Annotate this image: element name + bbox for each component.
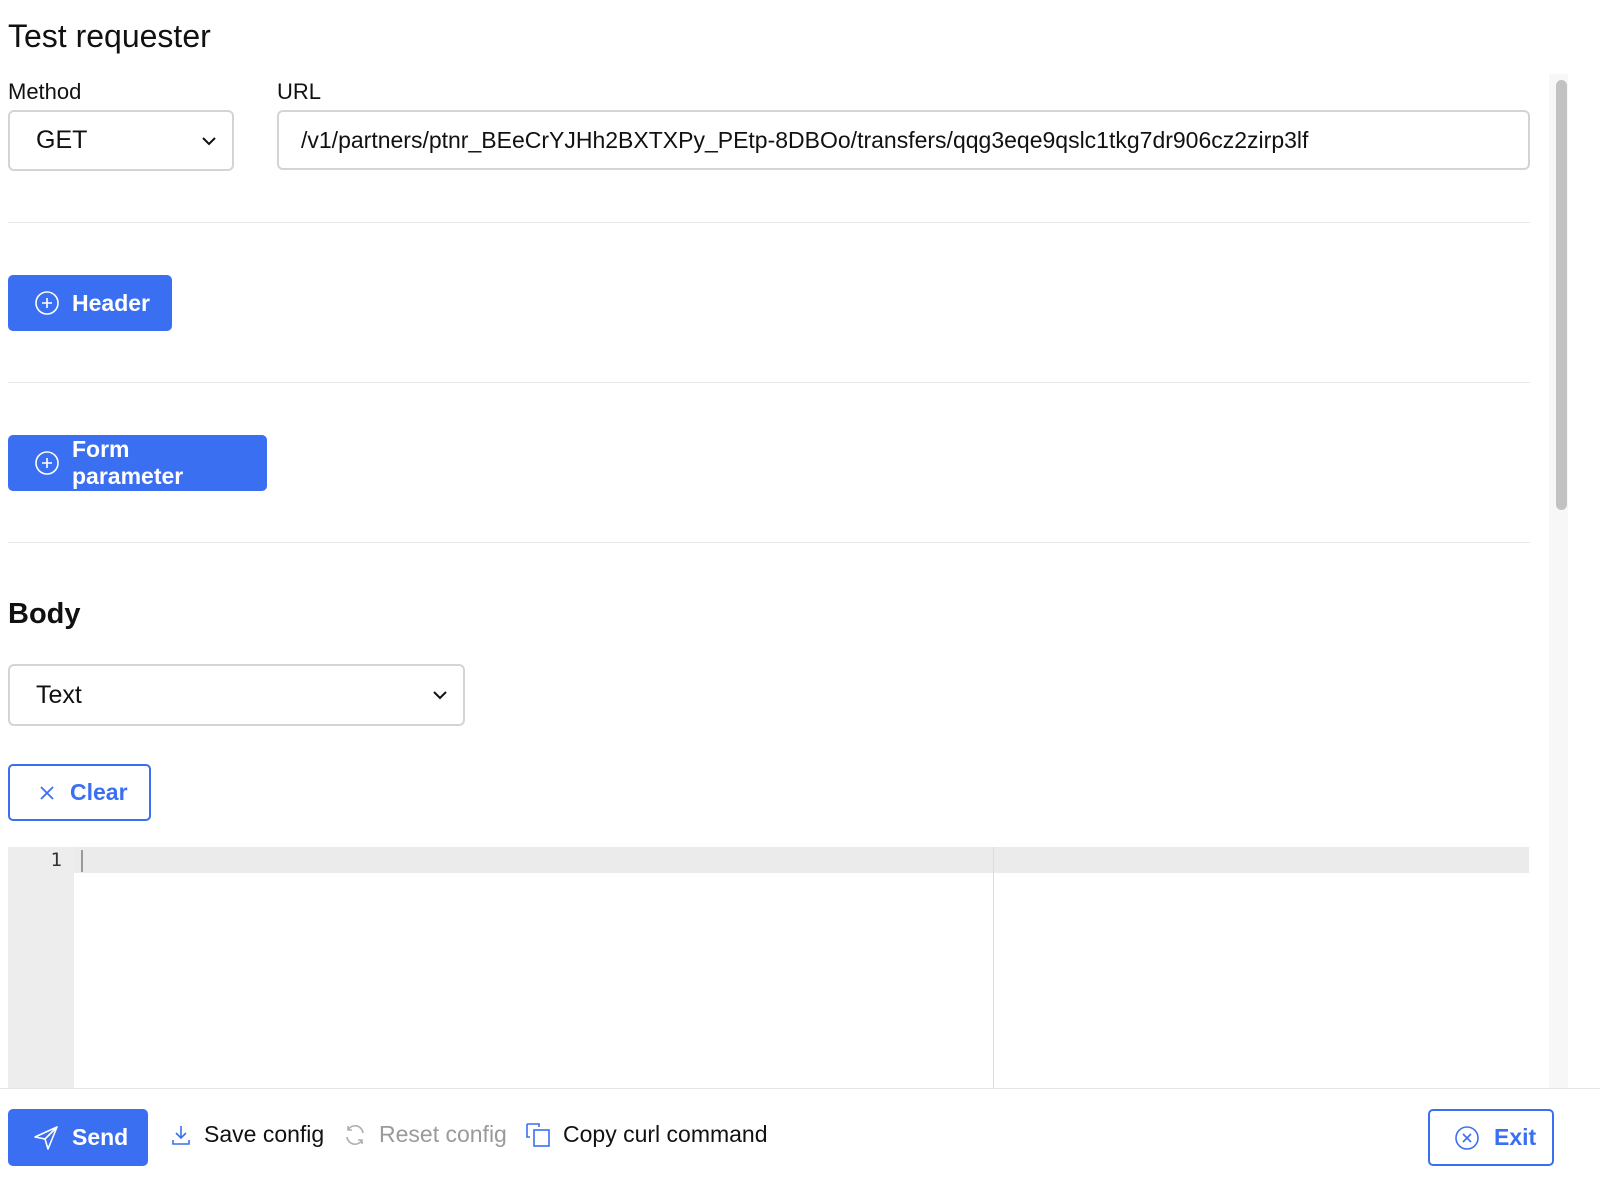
body-type-select[interactable]: Text	[8, 664, 465, 726]
add-header-button-label: Header	[72, 289, 150, 316]
add-form-parameter-button[interactable]: Form parameter	[8, 435, 267, 491]
text-cursor	[81, 850, 83, 872]
copy-curl-button[interactable]: Copy curl command	[525, 1121, 768, 1148]
plus-circle-icon	[34, 290, 60, 316]
chevron-down-icon	[200, 132, 218, 150]
reset-config-label: Reset config	[379, 1121, 507, 1147]
line-number: 1	[50, 849, 62, 871]
refresh-icon	[343, 1123, 367, 1147]
reset-config-button[interactable]: Reset config	[343, 1121, 507, 1148]
close-icon	[38, 784, 56, 802]
url-input-value: /v1/partners/ptnr_BEeCrYJHh2BXTXPy_PEtp-…	[301, 126, 1309, 153]
save-config-label: Save config	[204, 1121, 325, 1147]
add-form-parameter-button-label: Form parameter	[72, 436, 184, 489]
exit-button-label: Exit	[1494, 1124, 1537, 1150]
copy-curl-label: Copy curl command	[563, 1121, 768, 1147]
section-divider	[8, 382, 1530, 383]
clear-button[interactable]: Clear	[8, 764, 151, 821]
plus-circle-icon	[34, 450, 60, 476]
send-icon	[32, 1124, 60, 1152]
send-button-label: Send	[72, 1124, 129, 1150]
download-icon	[170, 1123, 192, 1147]
footer-divider	[0, 1088, 1600, 1089]
url-label: URL	[277, 79, 322, 104]
close-circle-icon	[1454, 1125, 1480, 1151]
send-button[interactable]: Send	[8, 1109, 148, 1166]
url-input[interactable]: /v1/partners/ptnr_BEeCrYJHh2BXTXPy_PEtp-…	[277, 110, 1530, 170]
add-header-button[interactable]: Header	[8, 275, 172, 331]
save-config-button[interactable]: Save config	[170, 1121, 324, 1148]
editor-gutter	[8, 847, 74, 1088]
active-line-highlight	[8, 847, 1529, 873]
print-margin-line	[993, 847, 994, 1088]
body-type-select-value: Text	[36, 680, 82, 709]
method-select[interactable]: GET	[8, 110, 234, 171]
section-divider	[8, 542, 1530, 543]
clear-button-label: Clear	[70, 779, 128, 805]
body-heading: Body	[8, 598, 81, 630]
body-editor[interactable]: 1	[8, 847, 1529, 1088]
section-divider	[8, 222, 1530, 223]
chevron-down-icon	[431, 686, 449, 704]
page-title: Test requester	[8, 18, 211, 54]
method-label: Method	[8, 79, 82, 104]
scrollbar-thumb[interactable]	[1556, 80, 1567, 510]
method-select-value: GET	[36, 126, 88, 154]
exit-button[interactable]: Exit	[1428, 1109, 1554, 1166]
copy-icon	[525, 1122, 551, 1148]
